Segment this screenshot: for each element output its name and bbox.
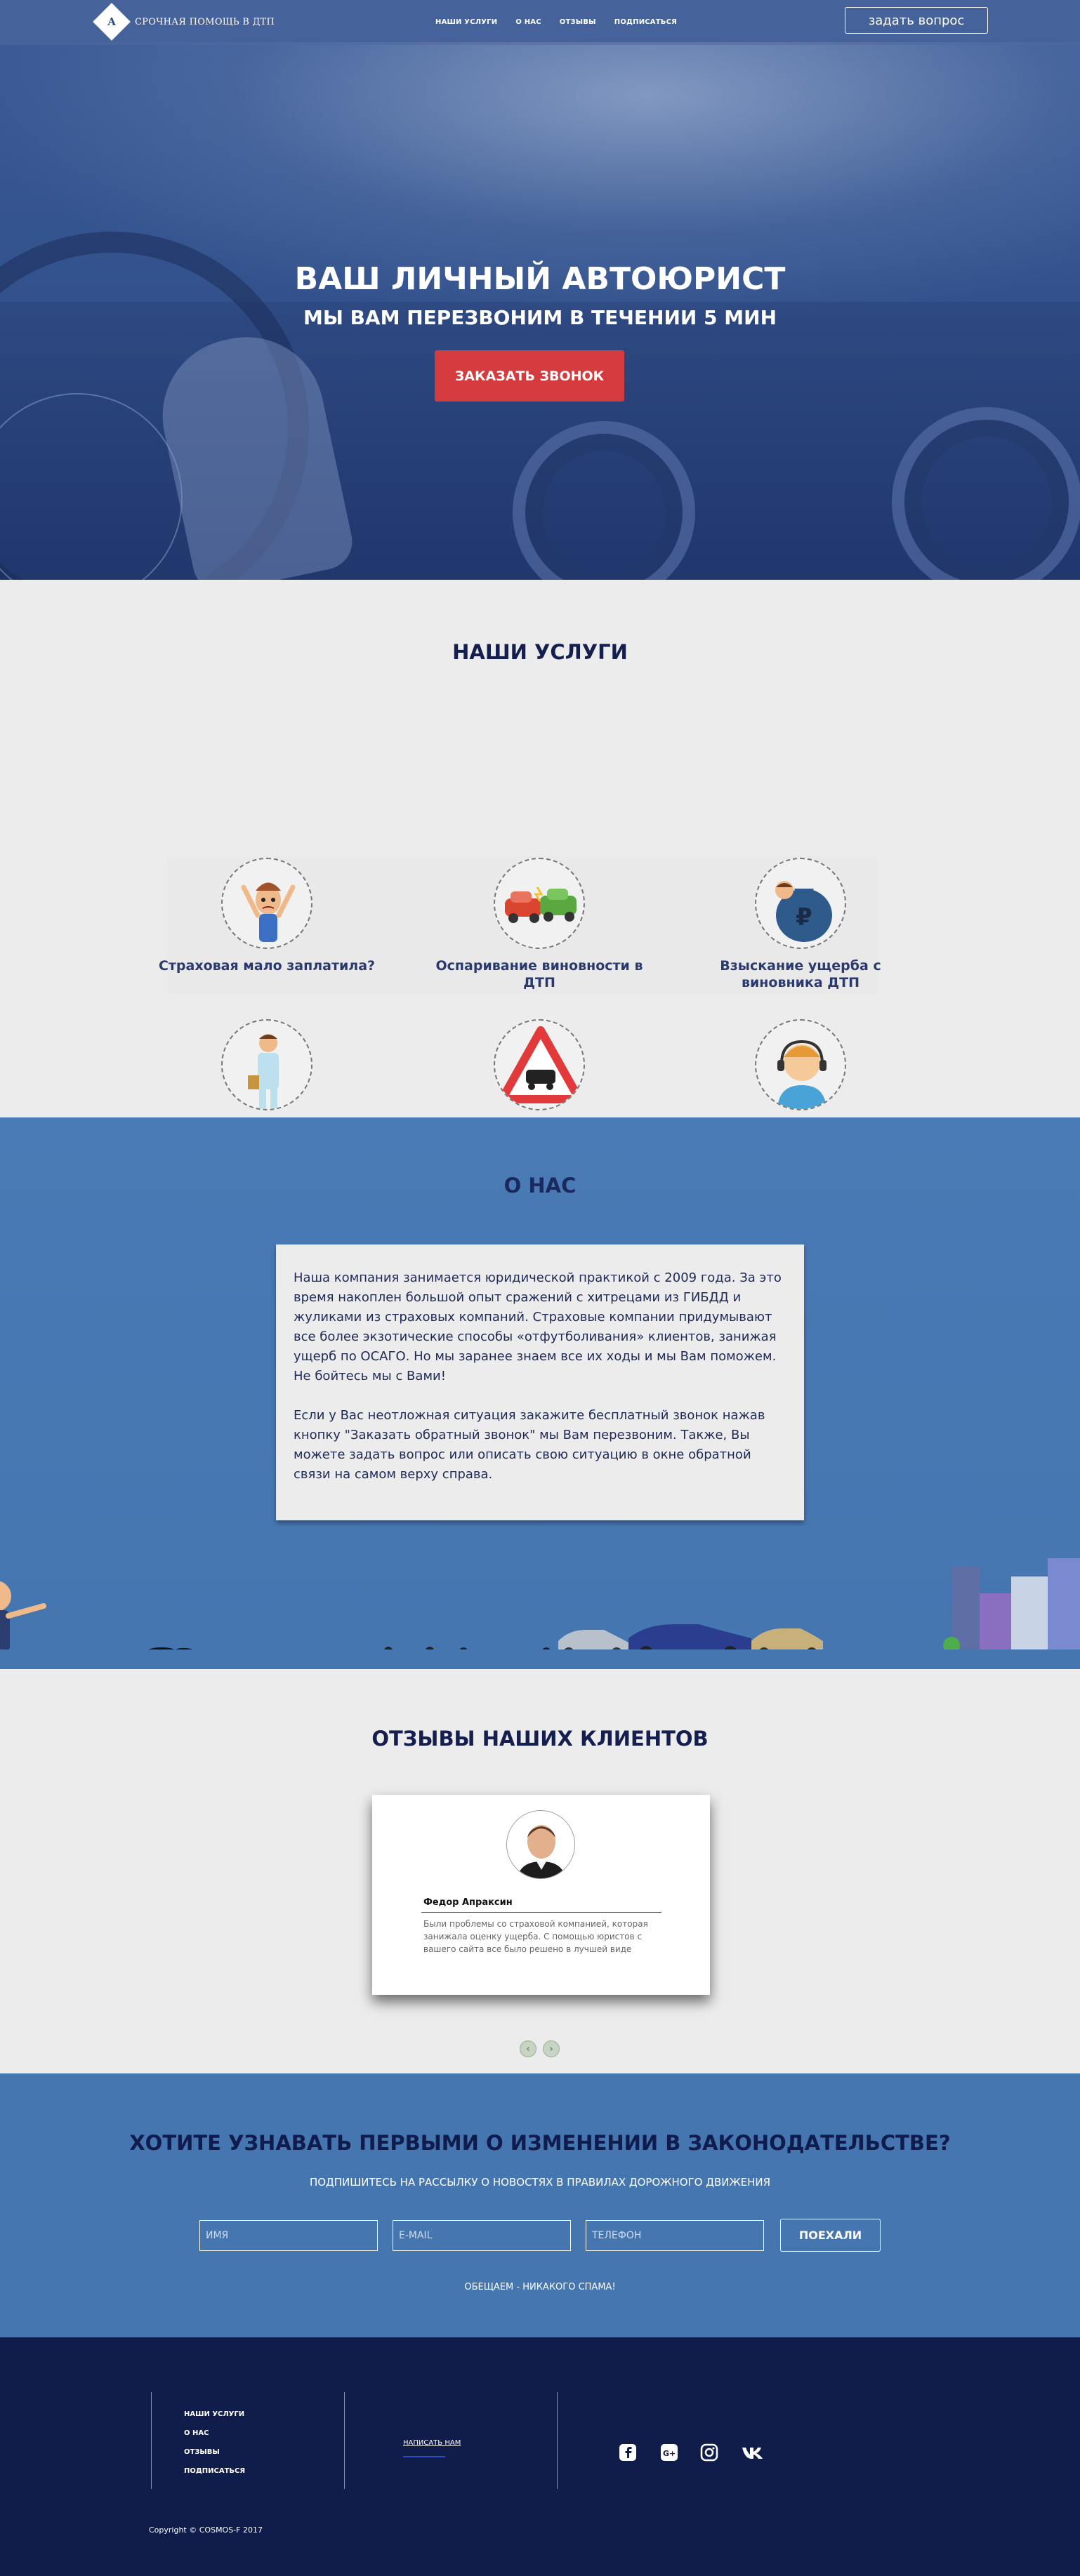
nav-link-subscribe[interactable]: ПОДПИСАТЬСЯ	[614, 18, 677, 26]
name-input[interactable]	[199, 2220, 378, 2251]
carousel-prev-button[interactable]: ‹	[520, 2040, 536, 2057]
about-section: О НАС Наша компания занимается юридическ…	[0, 1117, 1080, 1669]
logo-diamond-icon: А	[93, 3, 131, 41]
subscribe-submit-button[interactable]: ПОЕХАЛИ	[780, 2219, 881, 2252]
city-traffic-illustration	[0, 1558, 1080, 1661]
subscribe-section: ХОТИТЕ УЗНАВАТЬ ПЕРВЫМИ О ИЗМЕНЕНИИ В ЗА…	[0, 2073, 1080, 2337]
money-bag-icon: ₽	[755, 858, 846, 949]
about-paragraph: Наша компания занимается юридической пра…	[294, 1270, 782, 1383]
avatar	[506, 1810, 575, 1879]
logo[interactable]: А СРОЧНАЯ ПОМОЩЬ В ДТП	[93, 3, 275, 41]
svg-text:₽: ₽	[796, 903, 812, 931]
reviewer-name: Федор Апраксин	[423, 1897, 513, 1908]
phone-input[interactable]	[586, 2220, 764, 2251]
logo-text: СРОЧНАЯ ПОМОЩЬ В ДТП	[135, 16, 275, 27]
top-navigation-bar: А СРОЧНАЯ ПОМОЩЬ В ДТП НАШИ УСЛУГИ О НАС…	[0, 0, 1080, 45]
footer-nav: НАШИ УСЛУГИ О НАС ОТЗЫВЫ ПОДПИСАТЬСЯ	[184, 2410, 245, 2486]
svg-text:G+: G+	[663, 2449, 676, 2458]
angry-man-icon	[221, 858, 312, 949]
instagram-icon[interactable]	[699, 2443, 719, 2462]
write-us-link[interactable]: НАПИСАТЬ НАМ	[403, 2439, 461, 2447]
hero-title: ВАШ ЛИЧНЫЙ АВТОЮРИСТ	[294, 261, 786, 297]
service-card-fault[interactable]: Оспаривание виновности в ДТП	[427, 858, 652, 991]
service-card-insurance[interactable]: Страховая мало заплатила?	[154, 858, 379, 974]
car-crash-icon	[494, 858, 585, 949]
google-plus-icon[interactable]: G+	[659, 2443, 679, 2462]
services-section: НАШИ УСЛУГИ Страховая мало заплатила? Ос…	[0, 580, 1080, 1117]
review-text: Были проблемы со страховой компанией, ко…	[423, 1919, 648, 1954]
service-card-4[interactable]	[154, 1019, 379, 1110]
facebook-icon[interactable]	[618, 2443, 638, 2462]
businessman-icon	[221, 1019, 312, 1110]
footer-link-reviews[interactable]: ОТЗЫВЫ	[184, 2448, 245, 2456]
service-card-damages[interactable]: ₽ Взыскание ущерба с виновника ДТП	[688, 858, 913, 991]
service-label: Взыскание ущерба с виновника ДТП	[720, 958, 881, 990]
subscribe-caption: ПОДПИШИТЕСЬ НА РАССЫЛКУ О НОВОСТЯХ В ПРА…	[309, 2176, 771, 2189]
footer-divider	[557, 2392, 558, 2489]
about-title: О НАС	[503, 1174, 577, 1197]
about-paragraph: Если у Вас неотложная ситуация закажите …	[294, 1408, 765, 1482]
footer-link-about[interactable]: О НАС	[184, 2429, 245, 2437]
copyright: Copyright © COSMOS-F 2017	[149, 2525, 263, 2535]
vk-icon[interactable]	[741, 2443, 765, 2462]
about-ground-strip	[0, 1649, 1080, 1669]
nav-link-about[interactable]: О НАС	[515, 18, 541, 26]
write-us-underline	[403, 2456, 445, 2457]
service-label: Оспаривание виновности в ДТП	[435, 958, 643, 990]
hero-section: А СРОЧНАЯ ПОМОЩЬ В ДТП НАШИ УСЛУГИ О НАС…	[0, 0, 1080, 580]
divider	[421, 1912, 661, 1913]
footer-divider	[344, 2392, 345, 2489]
service-label: Страховая мало заплатила?	[158, 958, 376, 974]
footer: НАШИ УСЛУГИ О НАС ОТЗЫВЫ ПОДПИСАТЬСЯ НАП…	[0, 2337, 1080, 2576]
carousel-next-button[interactable]: ›	[543, 2040, 560, 2057]
ask-question-button[interactable]: задать вопрос	[845, 7, 988, 34]
main-nav: НАШИ УСЛУГИ О НАС ОТЗЫВЫ ПОДПИСАТЬСЯ	[435, 18, 677, 26]
footer-divider	[151, 2392, 152, 2489]
reviews-section: ОТЗЫВЫ НАШИХ КЛИЕНТОВ Федор Апраксин Был…	[0, 1669, 1080, 2073]
email-input[interactable]	[393, 2220, 571, 2251]
about-text-card: Наша компания занимается юридической пра…	[276, 1244, 804, 1520]
footer-link-services[interactable]: НАШИ УСЛУГИ	[184, 2410, 245, 2418]
reviews-title: ОТЗЫВЫ НАШИХ КЛИЕНТОВ	[371, 1727, 709, 1751]
warning-sign-icon	[494, 1019, 585, 1110]
service-card-5[interactable]	[427, 1019, 652, 1110]
service-card-6[interactable]	[688, 1019, 913, 1110]
nav-link-reviews[interactable]: ОТЗЫВЫ	[560, 18, 596, 26]
services-title: НАШИ УСЛУГИ	[452, 640, 628, 664]
subscribe-title: ХОТИТЕ УЗНАВАТЬ ПЕРВЫМИ О ИЗМЕНЕНИИ В ЗА…	[129, 2131, 951, 2155]
footer-link-subscribe[interactable]: ПОДПИСАТЬСЯ	[184, 2467, 245, 2475]
nav-link-services[interactable]: НАШИ УСЛУГИ	[435, 18, 497, 26]
hero-subtitle: МЫ ВАМ ПЕРЕЗВОНИМ В ТЕЧЕНИИ 5 МИН	[303, 306, 777, 329]
order-call-button[interactable]: ЗАКАЗАТЬ ЗВОНОК	[435, 350, 624, 401]
review-card: Федор Апраксин Были проблемы со страхово…	[372, 1795, 710, 1995]
support-operator-icon	[755, 1019, 846, 1110]
no-spam-note: ОБЕЩАЕМ - НИКАКОГО СПАМА!	[464, 2282, 616, 2292]
